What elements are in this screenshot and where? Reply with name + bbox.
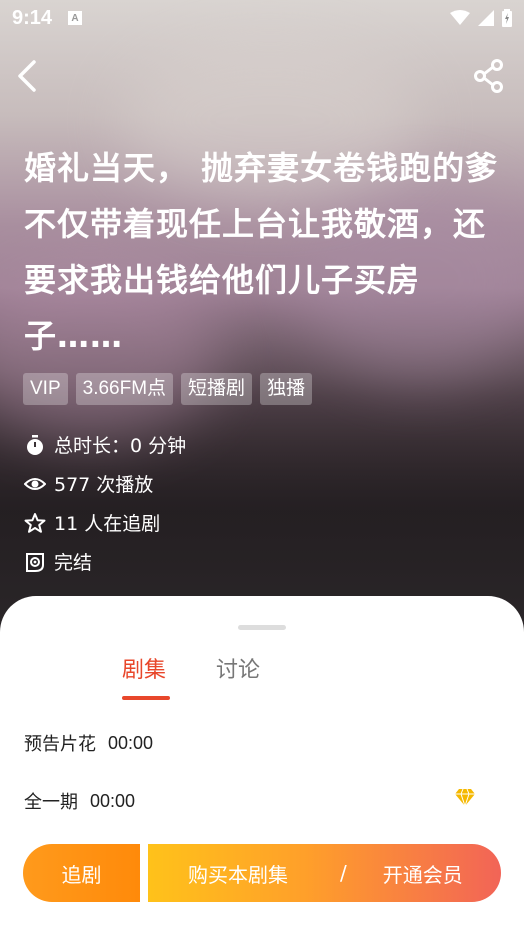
episode-item[interactable]: 全一期 00:00 [24,788,494,814]
status-icons [450,9,512,27]
separator: / [340,861,347,885]
signal-icon [478,10,494,26]
chevron-left-icon [18,60,36,92]
back-button[interactable] [14,58,44,94]
duration-text: 总时长：0 分钟 [54,435,187,457]
followers-row: 11 人在追剧 [24,509,160,536]
tag-list: VIP 3.66FM点 短播剧 独播 [23,373,313,405]
plays-row: 577 次播放 [24,470,153,497]
stopwatch-icon [27,434,43,455]
wifi-icon [450,10,470,25]
episode-name: 全一期 [24,792,78,813]
purchase-bar: 购买本剧集 / 开通会员 [148,844,501,902]
tag-price: 3.66FM点 [75,373,174,405]
diamond-icon [455,788,475,808]
share-button[interactable] [472,58,506,94]
episode-time: 00:00 [90,790,136,811]
episode-item[interactable]: 预告片花 00:00 [24,730,494,756]
tab-episodes[interactable]: 剧集 [122,652,166,684]
eye-icon [24,477,46,490]
open-membership-button[interactable]: 开通会员 [383,859,463,888]
tag-vip: VIP [23,373,68,405]
plays-text: 577 次播放 [54,474,154,496]
tab-discussion[interactable]: 讨论 [216,652,260,684]
share-icon [474,59,503,93]
duration-row: 总时长：0 分钟 [24,431,186,458]
battery-icon [502,9,512,27]
episode-time: 00:00 [108,732,154,753]
star-icon [24,512,46,533]
drama-title: 婚礼当天， 抛弃妻女卷钱跑的爹不仅带着现任上台让我敬酒，还要求我出钱给他们儿子买… [24,149,499,355]
tag-genre: 短播剧 [181,373,253,405]
completed-icon [26,552,44,572]
status-bar: 9:14 A [0,0,524,36]
tab-indicator [122,696,170,700]
status-row: 完结 [24,548,92,575]
notification-icon: A [68,11,83,25]
tag-exclusive: 独播 [260,373,313,405]
followers-text: 11 人在追剧 [54,513,161,535]
episode-name: 预告片花 [24,734,96,755]
status-time: 9:14 [12,6,53,29]
drag-handle[interactable] [238,625,286,630]
status-text: 完结 [54,552,93,574]
buy-series-button[interactable]: 购买本剧集 [188,859,288,888]
follow-button[interactable]: 追剧 [23,844,140,902]
